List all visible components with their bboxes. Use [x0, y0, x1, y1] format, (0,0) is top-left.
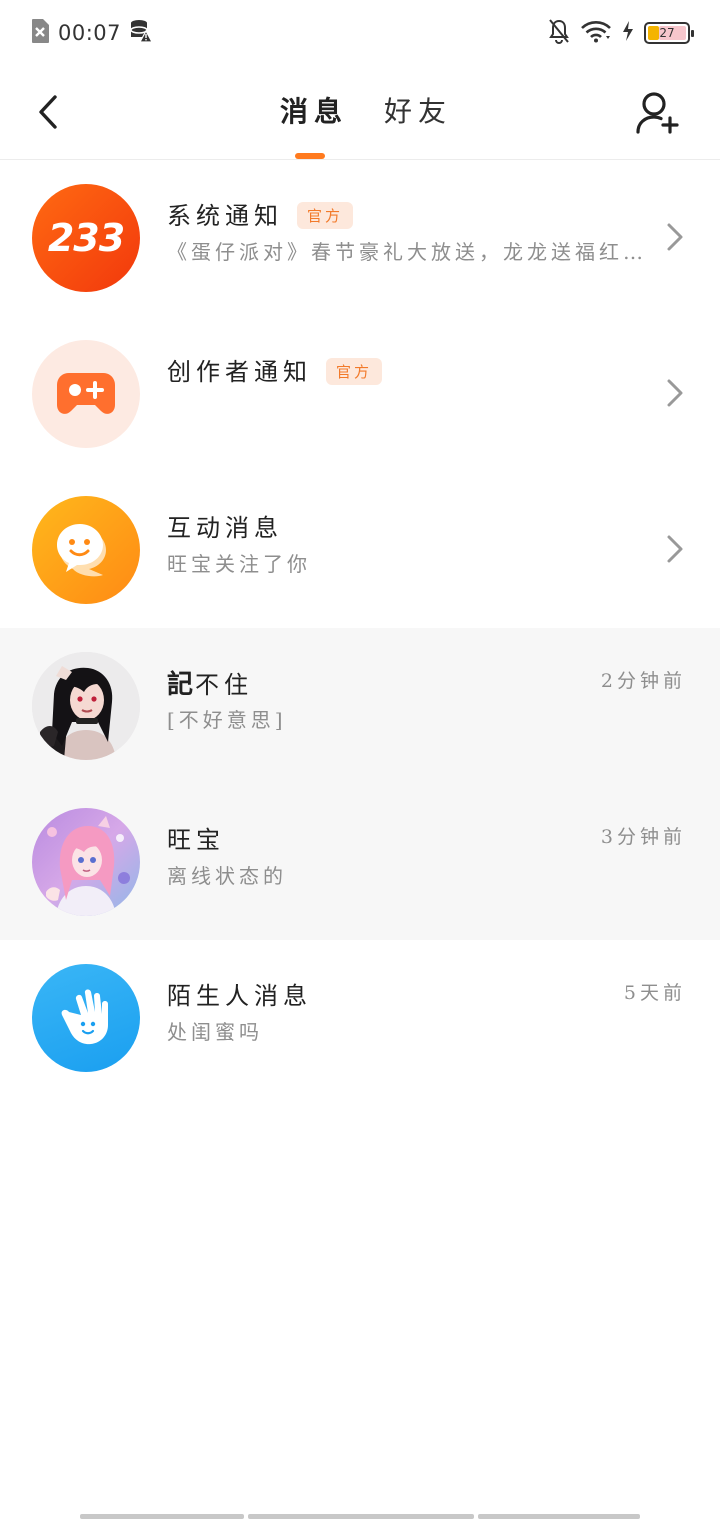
- item-time: 2分钟前: [600, 670, 686, 692]
- item-name-text: 不住: [195, 671, 254, 699]
- hand-wave-icon: [61, 989, 108, 1045]
- status-bar: 00:07 27: [0, 0, 720, 64]
- status-time: 00:07: [58, 21, 122, 45]
- home-indicator[interactable]: [80, 1514, 640, 1519]
- tab-bar: 消息 好友: [280, 90, 452, 159]
- tab-messages[interactable]: 消息: [280, 90, 349, 159]
- tab-friends[interactable]: 好友: [384, 90, 452, 130]
- avatar-interactions: [32, 496, 140, 604]
- list-item-chat[interactable]: 旺宝 离线状态的 3分钟前: [0, 784, 720, 940]
- item-preview: 《蛋仔派对》春节豪礼大放送，龙龙送福红…: [167, 240, 647, 264]
- item-name: 创作者通知 官方: [167, 352, 383, 387]
- status-bar-right: 27: [548, 18, 694, 48]
- item-name: 記不住: [167, 664, 253, 701]
- wifi-icon: [580, 19, 612, 47]
- item-name: 旺宝: [167, 826, 225, 854]
- data-warning-icon: [129, 18, 154, 48]
- back-arrow-icon: [39, 95, 57, 129]
- tab-friends-label: 好友: [384, 95, 453, 128]
- item-time: 3分钟前: [600, 826, 686, 848]
- back-button[interactable]: [26, 88, 70, 136]
- 233-logo-icon: 233: [47, 216, 125, 260]
- user-avatar-anime-icon: [32, 652, 140, 760]
- bell-off-icon: [548, 18, 570, 48]
- item-name-bold: 記: [167, 670, 196, 700]
- chevron-right-icon: [667, 223, 683, 251]
- list-item-stranger-messages[interactable]: 陌生人消息 处闺蜜吗 5天前: [0, 940, 720, 1096]
- avatar-stranger: [32, 964, 140, 1072]
- item-name-text: 系统通知: [167, 202, 283, 230]
- conversation-list: 233 系统通知 官方 《蛋仔派对》春节豪礼大放送，龙龙送福红… 创作者通知 官方 …: [0, 160, 720, 1096]
- item-name: 互动消息: [167, 514, 283, 542]
- battery-icon: 27: [644, 22, 694, 44]
- add-user-icon: [636, 92, 679, 134]
- chat-bubble-icon: [57, 524, 106, 577]
- list-item-interactions[interactable]: 互动消息 旺宝关注了你: [0, 472, 720, 628]
- item-preview: 旺宝关注了你: [167, 552, 311, 576]
- sim-off-icon: [30, 18, 50, 48]
- item-time: 5天前: [623, 982, 686, 1004]
- tab-active-indicator: [295, 153, 325, 159]
- official-badge: 官方: [297, 202, 354, 229]
- tab-messages-label: 消息: [280, 95, 349, 128]
- item-preview: [不好意思]: [167, 708, 287, 732]
- user-avatar-pink-icon: [32, 808, 140, 916]
- chevron-right-icon: [667, 379, 683, 407]
- list-item-creator-notice[interactable]: 创作者通知 官方: [0, 316, 720, 472]
- status-bar-left: 00:07: [30, 18, 154, 48]
- charging-icon: [622, 20, 634, 46]
- list-item-system-notice[interactable]: 233 系统通知 官方 《蛋仔派对》春节豪礼大放送，龙龙送福红…: [0, 160, 720, 316]
- avatar-system: 233: [32, 184, 140, 292]
- official-badge: 官方: [326, 358, 383, 385]
- gamepad-icon: [57, 373, 115, 414]
- avatar-creator: [32, 340, 140, 448]
- item-preview: 离线状态的: [167, 864, 287, 888]
- add-friend-button[interactable]: [634, 90, 680, 136]
- list-item-chat[interactable]: 記不住 [不好意思] 2分钟前: [0, 628, 720, 784]
- item-name: 陌生人消息: [167, 982, 312, 1010]
- item-name: 系统通知 官方: [167, 196, 354, 231]
- item-name-text: 创作者通知: [167, 358, 312, 386]
- nav-header: 消息 好友: [0, 64, 720, 160]
- battery-level: 27: [659, 26, 675, 40]
- item-preview: 处闺蜜吗: [167, 1020, 263, 1044]
- chevron-right-icon: [667, 535, 683, 563]
